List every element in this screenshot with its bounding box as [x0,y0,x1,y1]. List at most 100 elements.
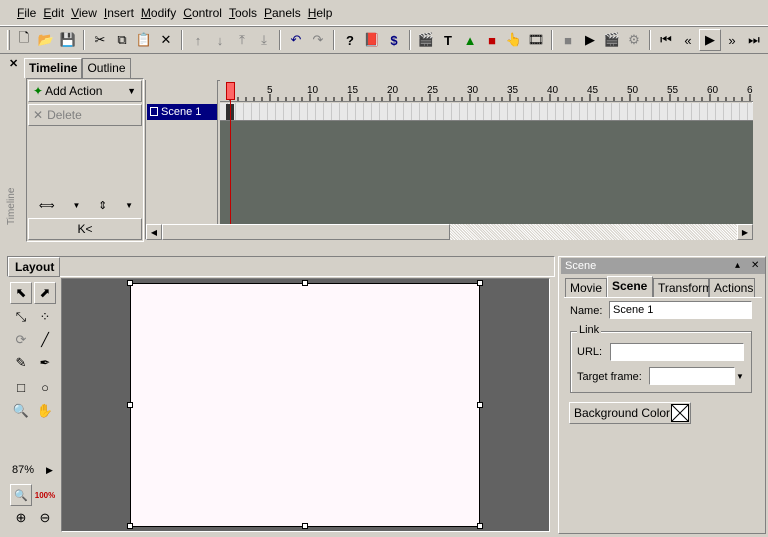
zoom-fit-icon[interactable]: 🔍 [10,484,32,506]
resize-handle[interactable] [127,280,133,286]
frames-empty-area[interactable] [220,121,753,224]
ellipse-tool-icon[interactable]: ○ [34,376,56,398]
previous-frame-icon[interactable]: « [677,29,699,51]
pencil-tool-icon[interactable]: ✎ [10,352,32,374]
play-frame-icon[interactable]: ▶ [699,29,721,51]
chevron-down-icon[interactable]: ▼ [72,201,80,210]
toolbar-grip[interactable] [7,30,10,50]
next-frame-icon[interactable]: » [721,29,743,51]
scene-name-field[interactable]: Scene 1 [609,301,752,319]
horizontal-resize-icon[interactable]: ⟺ [39,199,55,212]
resize-handle[interactable] [302,280,308,286]
undo-icon[interactable]: ↶ [285,29,307,51]
menu-control[interactable]: Control [180,6,225,20]
menu-panels[interactable]: Panels [261,6,304,20]
context-help-icon[interactable]: ? [339,29,361,51]
resize-handle[interactable] [302,523,308,529]
frames-row[interactable] [220,103,753,121]
play-movie-icon[interactable]: 🎬 [601,29,623,51]
line-tool-icon[interactable]: ╱ [34,329,56,351]
resize-handle[interactable] [477,523,483,529]
resize-handle[interactable] [477,280,483,286]
insert-movie-icon[interactable]: 🎞 [525,29,547,51]
move-top-icon[interactable]: ⤒ [231,29,253,51]
layer-row-scene[interactable]: Scene 1 [147,104,217,120]
dollar-icon[interactable]: $ [383,29,405,51]
insert-shape-icon[interactable]: ■ [481,29,503,51]
menu-insert[interactable]: Insert [101,6,137,20]
save-icon[interactable]: 💾 [57,29,79,51]
menu-help[interactable]: Help [305,6,336,20]
subselect-tool-icon[interactable]: ⬈ [34,282,56,304]
move-up-icon[interactable]: ↑ [187,29,209,51]
scene-panel-title[interactable]: Scene ▴ ✕ [561,258,765,274]
delete-icon[interactable]: ✕ [155,29,177,51]
cut-icon[interactable]: ✂ [89,29,111,51]
collapse-button[interactable]: K< [28,218,142,240]
copy-icon[interactable]: ⧉ [111,29,133,51]
vertical-resize-icon[interactable]: ⇕ [98,199,107,212]
hand-tool-icon[interactable]: ✋ [34,400,56,422]
tab-scene[interactable]: Scene [607,276,653,298]
url-field[interactable] [610,343,744,361]
transform-tool-icon[interactable]: ⁘ [34,306,56,328]
ruler-label: 45 [587,85,599,96]
zoom-out-icon[interactable]: ⊖ [34,507,56,529]
playhead[interactable] [226,82,235,100]
arrow-tool-icon[interactable]: ⬉ [10,282,32,304]
zoom-in-icon[interactable]: ⊕ [10,507,32,529]
zoom-menu-arrow-icon[interactable]: ▶ [46,465,53,476]
insert-button-icon[interactable]: 👆 [503,29,525,51]
zoom-100-icon[interactable]: 100% [34,484,56,506]
last-frame-icon[interactable]: ⏭ [743,29,765,51]
play-icon[interactable]: ▶ [579,29,601,51]
scroll-right-button[interactable]: ▶ [737,224,753,240]
paste-icon[interactable]: 📋 [133,29,155,51]
close-icon[interactable]: ✕ [9,57,18,70]
close-icon[interactable]: ✕ [751,258,759,274]
rectangle-tool-icon[interactable]: □ [10,376,32,398]
reshape-tool-icon[interactable]: ⤡ [10,306,32,328]
menu-edit[interactable]: Edit [40,6,67,20]
chevron-down-icon[interactable]: ▼ [736,372,744,381]
tab-layout[interactable]: Layout [8,257,60,277]
tab-timeline[interactable]: Timeline [24,58,83,78]
tab-outline[interactable]: Outline [82,58,131,78]
move-down-icon[interactable]: ↓ [209,29,231,51]
insert-scene-icon[interactable]: 🎬 [415,29,437,51]
frame-ruler[interactable]: 05101520253035404550556065 [220,80,753,102]
tab-transform[interactable]: Transform [653,278,712,298]
timeline-scroll-thumb[interactable] [162,224,450,240]
new-file-icon[interactable]: 🗋 [13,29,35,51]
help-book-icon[interactable]: 📕 [361,29,383,51]
color-swatch-icon[interactable] [671,404,689,422]
scroll-left-button[interactable]: ◀ [146,224,162,240]
rotate-tool-icon[interactable]: ⟳ [10,329,32,351]
delete-action-button[interactable]: ✕ Delete [28,104,142,126]
chevron-down-icon[interactable]: ▼ [125,201,133,210]
move-bottom-icon[interactable]: ⤓ [253,29,275,51]
resize-handle[interactable] [477,402,483,408]
redo-icon[interactable]: ↷ [307,29,329,51]
add-action-button[interactable]: ✦ Add Action ▼ [28,80,142,102]
tab-actions[interactable]: Actions [709,278,755,298]
first-frame-icon[interactable]: ⏮ [655,29,677,51]
menu-tools[interactable]: Tools [226,6,260,20]
pen-tool-icon[interactable]: ✒ [34,352,56,374]
resize-handle[interactable] [127,523,133,529]
play-scene-icon[interactable]: ⚙ [623,29,645,51]
menu-view[interactable]: View [68,6,100,20]
stage-canvas[interactable] [127,280,483,529]
tab-movie[interactable]: Movie [565,278,607,298]
menu-modify[interactable]: Modify [138,6,179,20]
stop-icon[interactable]: ■ [557,29,579,51]
zoom-tool-icon[interactable]: 🔍 [10,400,32,422]
open-folder-icon[interactable]: 📂 [35,29,57,51]
resize-handle[interactable] [127,402,133,408]
insert-text-icon[interactable]: T [437,29,459,51]
insert-image-icon[interactable]: ▲ [459,29,481,51]
menu-file[interactable]: File [14,6,39,20]
target-frame-field[interactable] [649,367,735,385]
toolbar-separator [649,30,651,50]
panel-menu-icon[interactable]: ▴ [735,258,740,274]
